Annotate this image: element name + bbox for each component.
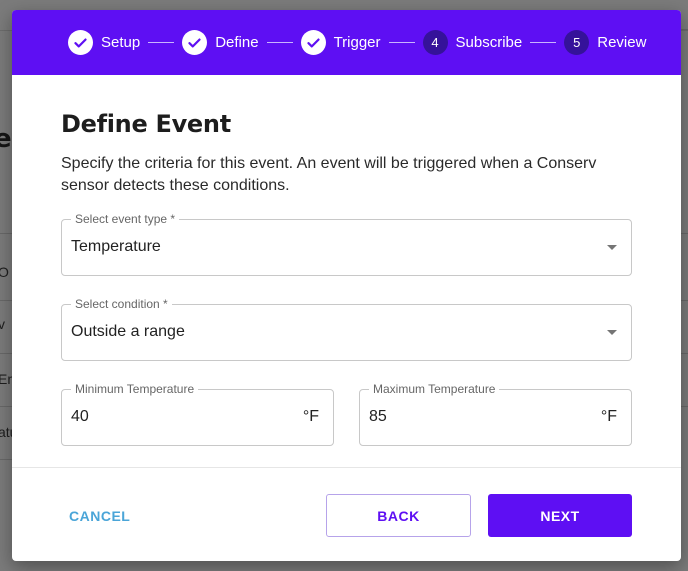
background-right-divider: [680, 300, 688, 301]
event-type-label: Select event type *: [71, 212, 180, 226]
temperature-range-row: Minimum Temperature 40 °F Maximum Temper…: [61, 382, 632, 446]
background-row-text: v: [0, 316, 5, 332]
step-number: 5: [564, 30, 590, 55]
min-temperature-value[interactable]: 40: [71, 408, 89, 426]
step-define[interactable]: Define: [182, 30, 259, 55]
step-subscribe[interactable]: 4 Subscribe: [422, 30, 523, 55]
step-label: Setup: [101, 34, 141, 51]
check-icon: [300, 30, 326, 55]
event-type-select[interactable]: Select event type * Temperature: [61, 212, 632, 276]
step-number: 4: [422, 30, 448, 55]
step-label: Trigger: [333, 34, 381, 51]
footer-divider: [12, 467, 681, 468]
check-icon: [182, 30, 208, 55]
step-label: Subscribe: [455, 34, 523, 51]
min-temperature-label: Minimum Temperature: [71, 382, 199, 396]
step-trigger[interactable]: Trigger: [300, 30, 381, 55]
condition-label: Select condition *: [71, 297, 172, 311]
step-setup[interactable]: Setup: [68, 30, 140, 55]
condition-select[interactable]: Select condition * Outside a range: [61, 297, 632, 361]
background-right-divider: [680, 29, 688, 30]
event-type-value: Temperature: [71, 238, 161, 255]
background-right-divider: [680, 353, 688, 354]
step-review[interactable]: 5 Review: [564, 30, 646, 55]
max-temperature-unit: °F: [600, 408, 617, 425]
min-temperature-unit: °F: [302, 408, 319, 425]
define-event-dialog: Setup Define Trigger 4 Subscribe 5 Revie…: [12, 10, 681, 561]
back-button[interactable]: BACK: [326, 494, 471, 537]
check-icon: [68, 30, 93, 55]
background-row-text: O: [0, 264, 9, 280]
dialog-description: Specify the criteria for this event. An …: [61, 155, 597, 194]
step-connector: [388, 42, 415, 43]
dialog-actions: CANCEL BACK NEXT: [12, 494, 681, 537]
cancel-button[interactable]: CANCEL: [57, 494, 142, 537]
step-label: Define: [215, 34, 259, 51]
step-connector: [266, 42, 293, 43]
wizard-stepper: Setup Define Trigger 4 Subscribe 5 Revie…: [12, 10, 681, 75]
max-temperature-value[interactable]: 85: [369, 408, 387, 426]
max-temperature-input[interactable]: Maximum Temperature 85 °F: [359, 382, 632, 446]
step-label: Review: [597, 34, 647, 51]
max-temperature-label: Maximum Temperature: [369, 382, 500, 396]
background-right-divider: [680, 406, 688, 407]
dropdown-arrow-icon[interactable]: [607, 330, 617, 335]
condition-value: Outside a range: [71, 323, 185, 340]
step-connector: [148, 42, 175, 43]
dropdown-arrow-icon[interactable]: [607, 245, 617, 250]
dialog-title: Define Event: [61, 110, 231, 138]
next-button[interactable]: NEXT: [488, 494, 632, 537]
step-connector: [530, 42, 557, 43]
dialog-content: Define Event Specify the criteria for th…: [12, 75, 681, 446]
min-temperature-input[interactable]: Minimum Temperature 40 °F: [61, 382, 334, 446]
background-right-divider: [680, 233, 688, 234]
